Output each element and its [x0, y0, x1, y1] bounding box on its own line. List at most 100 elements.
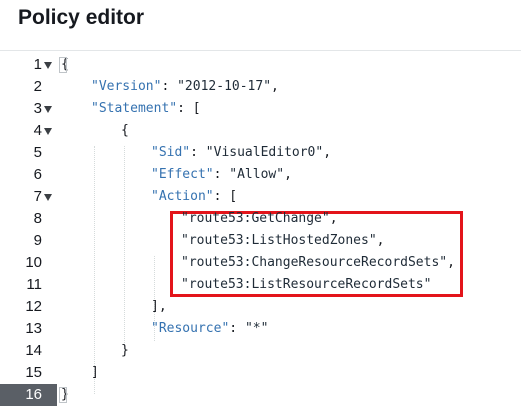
- page-title: Policy editor: [18, 6, 145, 29]
- line-gutter: 7: [0, 186, 57, 208]
- json-string: "VisualEditor0": [205, 145, 324, 160]
- line-gutter: 1: [0, 54, 57, 76]
- json-punctuation: : [: [177, 101, 201, 116]
- line-number: 12: [25, 298, 42, 315]
- code-line[interactable]: 5 "Sid": "VisualEditor0",: [0, 142, 521, 164]
- code-text: ]: [91, 362, 99, 384]
- line-number: 2: [33, 78, 42, 95]
- matching-bracket-marker: [59, 57, 67, 73]
- code-line[interactable]: 6 "Effect": "Allow",: [0, 164, 521, 186]
- json-key: "Action": [151, 189, 214, 204]
- line-gutter: 15: [0, 362, 57, 384]
- code-line[interactable]: 9 "route53:ListHostedZones",: [0, 230, 521, 252]
- line-number: 15: [25, 364, 42, 381]
- line-gutter: 14: [0, 340, 57, 362]
- line-number: 7: [33, 188, 42, 205]
- json-key: "Sid": [151, 145, 191, 160]
- fold-arrow-icon[interactable]: [44, 194, 52, 201]
- json-key: "Effect": [151, 167, 214, 182]
- code-line[interactable]: 11 "route53:ListResourceRecordSets": [0, 274, 521, 296]
- code-line[interactable]: 7 "Action": [: [0, 186, 521, 208]
- code-text: "route53:ListResourceRecordSets": [181, 274, 431, 296]
- line-number: 6: [33, 166, 42, 183]
- line-gutter: 12: [0, 296, 57, 318]
- json-punctuation: :: [229, 321, 245, 336]
- code-text: "route53:ListHostedZones",: [181, 230, 385, 252]
- code-text: ],: [151, 296, 167, 318]
- json-key: "Statement": [91, 101, 178, 116]
- line-gutter: 3: [0, 98, 57, 120]
- code-line[interactable]: 4{: [0, 120, 521, 142]
- code-text: "Action": [: [151, 186, 237, 208]
- line-gutter: 16: [0, 384, 57, 406]
- json-punctuation: ,: [323, 145, 332, 160]
- code-text: }: [121, 340, 129, 362]
- code-line[interactable]: 15]: [0, 362, 521, 384]
- line-gutter: 11: [0, 274, 57, 296]
- line-number: 5: [33, 144, 42, 161]
- line-gutter: 10: [0, 252, 57, 274]
- json-string: "route53:ChangeResourceRecordSets": [181, 255, 448, 270]
- json-punctuation: :: [161, 79, 178, 94]
- json-punctuation: : [: [213, 189, 238, 204]
- line-gutter: 4: [0, 120, 57, 142]
- matching-bracket-marker: [59, 387, 67, 403]
- json-punctuation: ,: [376, 233, 385, 248]
- json-string: "2012-10-17": [177, 79, 272, 94]
- line-gutter: 8: [0, 208, 57, 230]
- fold-arrow-icon[interactable]: [44, 106, 52, 113]
- json-punctuation: ],: [151, 299, 167, 314]
- json-key: "Resource": [151, 321, 230, 336]
- json-punctuation: ]: [91, 365, 99, 380]
- json-punctuation: }: [121, 343, 129, 358]
- code-text: "Effect": "Allow",: [151, 164, 292, 186]
- line-number: 8: [33, 210, 42, 227]
- line-number: 1: [33, 56, 42, 73]
- line-number: 16: [25, 386, 42, 403]
- code-text: {: [121, 120, 129, 142]
- json-punctuation: ,: [329, 211, 338, 226]
- json-punctuation: ,: [447, 255, 455, 270]
- json-punctuation: ,: [271, 79, 279, 94]
- line-gutter: 6: [0, 164, 57, 186]
- code-line[interactable]: 8 "route53:GetChange",: [0, 208, 521, 230]
- code-line[interactable]: 1{: [0, 54, 521, 76]
- line-gutter: 2: [0, 76, 57, 98]
- code-line[interactable]: 16}: [0, 384, 521, 406]
- line-number: 9: [33, 232, 42, 249]
- line-gutter: 13: [0, 318, 57, 340]
- code-line[interactable]: 14}: [0, 340, 521, 362]
- code-text: "route53:GetChange",: [181, 208, 338, 230]
- line-number: 3: [33, 100, 42, 117]
- code-line[interactable]: 13 "Resource": "*": [0, 318, 521, 340]
- line-gutter: 5: [0, 142, 57, 164]
- code-line[interactable]: 12],: [0, 296, 521, 318]
- line-gutter: 9: [0, 230, 57, 252]
- json-key: "Version": [91, 79, 162, 94]
- json-string: "route53:ListHostedZones": [181, 233, 377, 248]
- code-text: "route53:ChangeResourceRecordSets",: [181, 252, 455, 274]
- json-string: "*": [244, 321, 269, 336]
- fold-arrow-icon[interactable]: [44, 62, 52, 69]
- line-number: 14: [25, 342, 42, 359]
- line-number: 11: [26, 276, 42, 293]
- json-punctuation: :: [213, 167, 230, 182]
- line-number: 10: [25, 254, 42, 271]
- line-number: 13: [25, 320, 42, 337]
- code-line[interactable]: 10 "route53:ChangeResourceRecordSets",: [0, 252, 521, 274]
- fold-arrow-icon[interactable]: [44, 128, 52, 135]
- code-text: "Version": "2012-10-17",: [91, 76, 279, 98]
- json-string: "route53:GetChange": [181, 211, 330, 226]
- json-string: "Allow": [229, 167, 285, 182]
- code-text: "Statement": [: [91, 98, 201, 120]
- json-punctuation: {: [121, 123, 129, 138]
- code-text: "Sid": "VisualEditor0",: [151, 142, 331, 164]
- policy-code-editor[interactable]: 1{2 "Version": "2012-10-17", 3 "Statement":…: [0, 50, 521, 409]
- code-line[interactable]: 3 "Statement": [: [0, 98, 521, 120]
- line-number: 4: [33, 122, 42, 139]
- json-punctuation: :: [190, 145, 206, 160]
- json-punctuation: ,: [284, 167, 292, 182]
- code-text: "Resource": "*": [151, 318, 268, 340]
- json-string: "route53:ListResourceRecordSets": [181, 277, 432, 292]
- code-line[interactable]: 2 "Version": "2012-10-17",: [0, 76, 521, 98]
